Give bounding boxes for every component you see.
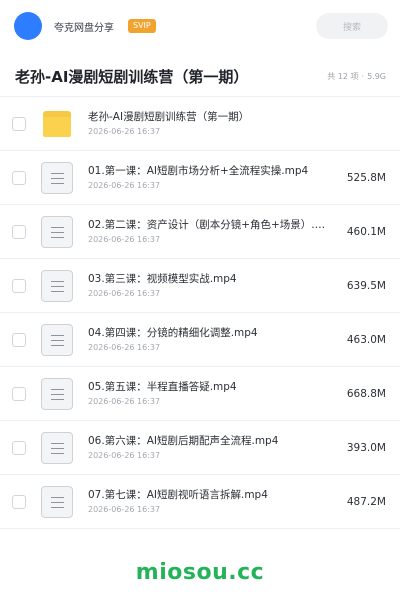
item-size: 463.0M (346, 333, 386, 346)
folder-icon (40, 107, 74, 141)
item-date: 2026-06-26 16:37 (88, 505, 161, 514)
list-item[interactable]: 01.第一课：AI短剧市场分析+全流程实操.mp4 2026-06-26 16:… (0, 151, 400, 205)
item-name: 01.第一课：AI短剧市场分析+全流程实操.mp4 (88, 165, 309, 177)
list-item[interactable]: 02.第二课：资产设计（剧本分镜+角色+场景）.mp4 2026-06-26 1… (0, 205, 400, 259)
total-size: 5.9G (367, 71, 386, 81)
item-name: 03.第三课：视频模型实战.mp4 (88, 273, 237, 285)
item-name: 05.第五课：半程直播答疑.mp4 (88, 381, 237, 393)
item-date: 2026-06-26 16:37 (88, 127, 161, 136)
page-title: 老孙-AI漫剧短剧训练营（第一期） (15, 67, 249, 86)
select-checkbox[interactable] (12, 170, 26, 185)
item-date: 2026-06-26 16:37 (88, 181, 161, 190)
item-date: 2026-06-26 16:37 (88, 451, 161, 460)
item-size: 668.8M (346, 387, 386, 400)
file-icon (40, 269, 74, 303)
item-size: 460.1M (346, 225, 386, 238)
file-icon (40, 377, 74, 411)
list-item[interactable]: 05.第五课：半程直播答疑.mp4 2026-06-26 16:37 668.8… (0, 367, 400, 421)
item-name: 02.第二课：资产设计（剧本分镜+角色+场景）.mp4 (88, 219, 335, 231)
file-icon (40, 215, 74, 249)
select-checkbox[interactable] (12, 440, 26, 455)
select-checkbox[interactable] (12, 224, 26, 239)
svip-badge: SVIP (128, 19, 156, 33)
file-icon (40, 431, 74, 465)
list-item[interactable]: 03.第三课：视频模型实战.mp4 2026-06-26 16:37 639.5… (0, 259, 400, 313)
top-bar: 夸克网盘分享 SVIP 搜索 (0, 0, 400, 52)
select-checkbox[interactable] (12, 116, 26, 131)
search-input[interactable]: 搜索 (316, 13, 388, 39)
list-item[interactable]: 06.第六课：AI短剧后期配声全流程.mp4 2026-06-26 16:37 … (0, 421, 400, 475)
select-checkbox[interactable] (12, 332, 26, 347)
watermark: miosou.cc (135, 560, 265, 585)
list-item[interactable]: 老孙-AI漫剧短剧训练营（第一期） 2026-06-26 16:37 (0, 97, 400, 151)
item-date: 2026-06-26 16:37 (88, 235, 161, 244)
list-item[interactable]: 07.第七课：AI短剧视听语言拆解.mp4 2026-06-26 16:37 4… (0, 475, 400, 529)
list-item[interactable]: 04.第四课：分镜的精细化调整.mp4 2026-06-26 16:37 463… (0, 313, 400, 367)
brand-name: 夸克网盘分享 (54, 22, 114, 34)
title-row: 老孙-AI漫剧短剧训练营（第一期） 共 12 项 · 5.9G (0, 58, 400, 94)
file-icon (40, 161, 74, 195)
item-size: 525.8M (346, 171, 386, 184)
select-checkbox[interactable] (12, 494, 26, 509)
file-icon (40, 485, 74, 519)
item-name: 06.第六课：AI短剧后期配声全流程.mp4 (88, 435, 279, 447)
item-date: 2026-06-26 16:37 (88, 343, 161, 352)
item-size: 639.5M (346, 279, 386, 292)
summary: 共 12 项 · 5.9G (327, 71, 386, 82)
select-checkbox[interactable] (12, 386, 26, 401)
select-checkbox[interactable] (12, 278, 26, 293)
item-name: 老孙-AI漫剧短剧训练营（第一期） (88, 111, 250, 123)
item-size: 487.2M (346, 495, 386, 508)
item-name: 04.第四课：分镜的精细化调整.mp4 (88, 327, 258, 339)
item-count: 共 12 项 (327, 71, 359, 81)
file-icon (40, 323, 74, 357)
item-date: 2026-06-26 16:37 (88, 397, 161, 406)
item-date: 2026-06-26 16:37 (88, 289, 161, 298)
summary-separator: · (361, 71, 365, 81)
item-size: 393.0M (346, 441, 386, 454)
item-name: 07.第七课：AI短剧视听语言拆解.mp4 (88, 489, 268, 501)
avatar[interactable] (14, 12, 42, 40)
file-list: 老孙-AI漫剧短剧训练营（第一期） 2026-06-26 16:37 01.第一… (0, 96, 400, 529)
